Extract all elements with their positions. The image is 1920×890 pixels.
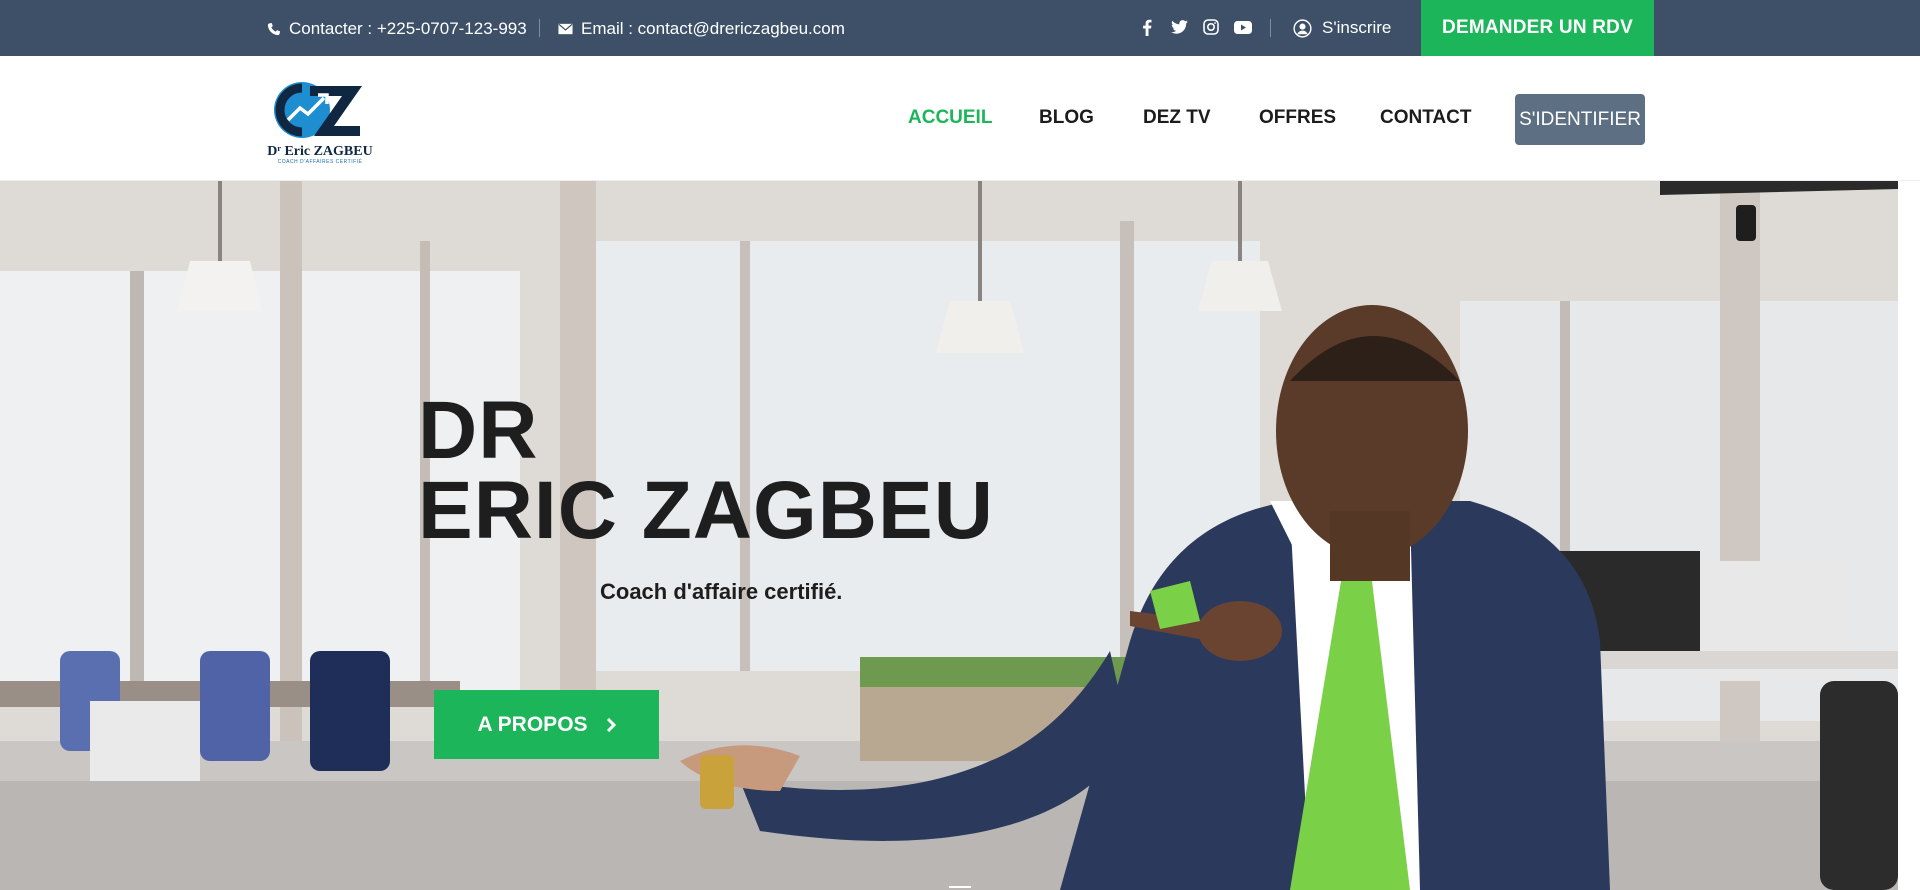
- user-icon: [1293, 18, 1312, 38]
- request-appointment-button[interactable]: DEMANDER UN RDV: [1421, 0, 1654, 56]
- contact-email-text: Email : contact@drericzagbeu.com: [581, 19, 845, 38]
- mail-icon: [558, 23, 573, 35]
- instagram-icon[interactable]: [1202, 18, 1220, 36]
- hero-title: DR ERIC ZAGBEU: [418, 385, 994, 556]
- logo-name: Dʳ Eric ZAGBEU: [267, 144, 373, 159]
- hero-title-line-1: DR: [418, 385, 539, 476]
- twitter-icon[interactable]: [1170, 18, 1188, 36]
- about-button[interactable]: A PROPOS: [434, 690, 659, 759]
- nav-blog[interactable]: BLOG: [1039, 107, 1094, 129]
- signup-label: S'inscrire: [1322, 18, 1392, 37]
- logo-tagline: COACH D'AFFAIRES CERTIFIÉ: [277, 159, 363, 165]
- signup-link[interactable]: S'inscrire: [1293, 16, 1391, 40]
- login-button[interactable]: S'IDENTIFIER: [1515, 94, 1645, 145]
- hero-title-line-2: ERIC ZAGBEU: [418, 465, 994, 556]
- hero-subtitle: Coach d'affaire certifié.: [600, 579, 843, 604]
- nav-dez-tv[interactable]: DEZ TV: [1143, 107, 1211, 129]
- slider-indicator[interactable]: [949, 886, 971, 888]
- chevron-right-icon: [606, 717, 616, 732]
- contact-email[interactable]: Email : contact@drericzagbeu.com: [558, 18, 845, 40]
- contact-phone-text: Contacter : +225-0707-123-993: [289, 19, 527, 38]
- top-bar: Contacter : +225-0707-123-993 Email : co…: [0, 0, 1920, 56]
- site-logo[interactable]: Dʳ Eric ZAGBEU COACH D'AFFAIRES CERTIFIÉ: [264, 80, 376, 165]
- main-header: Dʳ Eric ZAGBEU COACH D'AFFAIRES CERTIFIÉ…: [0, 56, 1920, 181]
- about-button-label: A PROPOS: [477, 712, 588, 736]
- divider: [1270, 19, 1271, 37]
- logo-emblem: [274, 82, 362, 138]
- youtube-icon[interactable]: [1234, 18, 1252, 36]
- nav-contact[interactable]: CONTACT: [1380, 107, 1471, 129]
- facebook-icon[interactable]: [1138, 18, 1156, 36]
- social-links: [1138, 18, 1252, 36]
- divider: [539, 19, 540, 37]
- contact-phone[interactable]: Contacter : +225-0707-123-993: [266, 18, 527, 40]
- nav-accueil[interactable]: ACCUEIL: [908, 107, 992, 129]
- hero-banner: DR ERIC ZAGBEU Coach d'affaire certifié.…: [0, 181, 1898, 890]
- nav-offres[interactable]: OFFRES: [1259, 107, 1336, 129]
- phone-icon: [267, 22, 281, 35]
